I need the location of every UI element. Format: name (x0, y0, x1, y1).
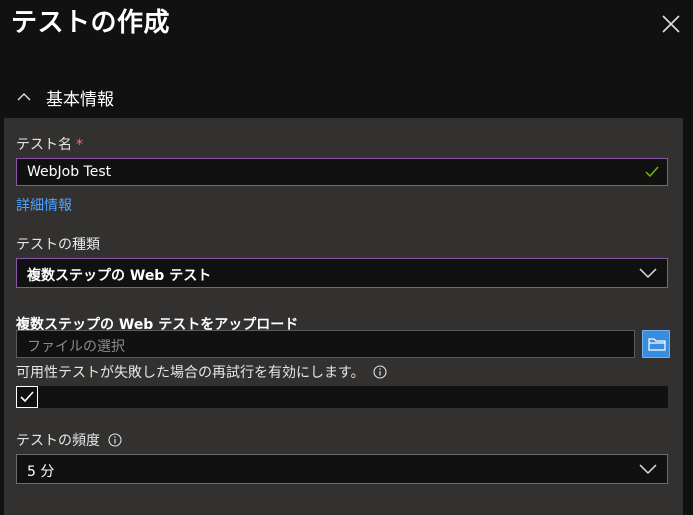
file-select-placeholder: ファイルの選択 (27, 339, 125, 355)
test-type-selected: 複数ステップの Web テスト (27, 268, 212, 284)
close-icon[interactable] (660, 13, 682, 35)
section-title: 基本情報 (46, 89, 114, 110)
frequency-label-text: テストの頻度 (16, 433, 100, 449)
test-name-label: テスト名 * (16, 134, 83, 154)
test-name-value[interactable]: WebJob Test (27, 164, 111, 180)
chevron-up-icon (17, 93, 31, 101)
folder-icon (648, 338, 666, 351)
chevron-down-icon (639, 464, 657, 475)
retry-checkbox-row (16, 386, 668, 408)
info-icon[interactable] (373, 365, 387, 379)
test-name-input[interactable]: WebJob Test (16, 158, 668, 186)
checkmark-icon (645, 166, 659, 178)
frequency-dropdown[interactable]: 5 分 (16, 454, 668, 484)
info-icon[interactable] (108, 433, 122, 447)
test-type-dropdown[interactable]: 複数ステップの Web テスト (16, 258, 668, 288)
test-name-label-text: テスト名 (16, 137, 72, 153)
checkmark-icon (20, 391, 34, 403)
frequency-selected: 5 分 (27, 464, 55, 480)
retry-checkbox[interactable] (16, 386, 38, 408)
browse-button[interactable] (642, 330, 670, 358)
retry-label-text: 可用性テストが失敗した場合の再試行を有効にします。 (16, 365, 365, 381)
required-asterisk: * (76, 137, 83, 153)
frequency-label: テストの頻度 (16, 430, 122, 450)
file-select-input[interactable]: ファイルの選択 (16, 330, 635, 358)
retry-label: 可用性テストが失敗した場合の再試行を有効にします。 (16, 362, 387, 382)
chevron-down-icon (639, 268, 657, 279)
page-title: テストの作成 (11, 8, 171, 38)
details-link[interactable]: 詳細情報 (16, 195, 72, 215)
test-type-label: テストの種類 (16, 237, 100, 253)
section-header-basic-info[interactable]: 基本情報 (16, 82, 114, 112)
basic-info-panel: テスト名 * WebJob Test 詳細情報 テストの種類 複数ステップの We… (4, 118, 683, 515)
